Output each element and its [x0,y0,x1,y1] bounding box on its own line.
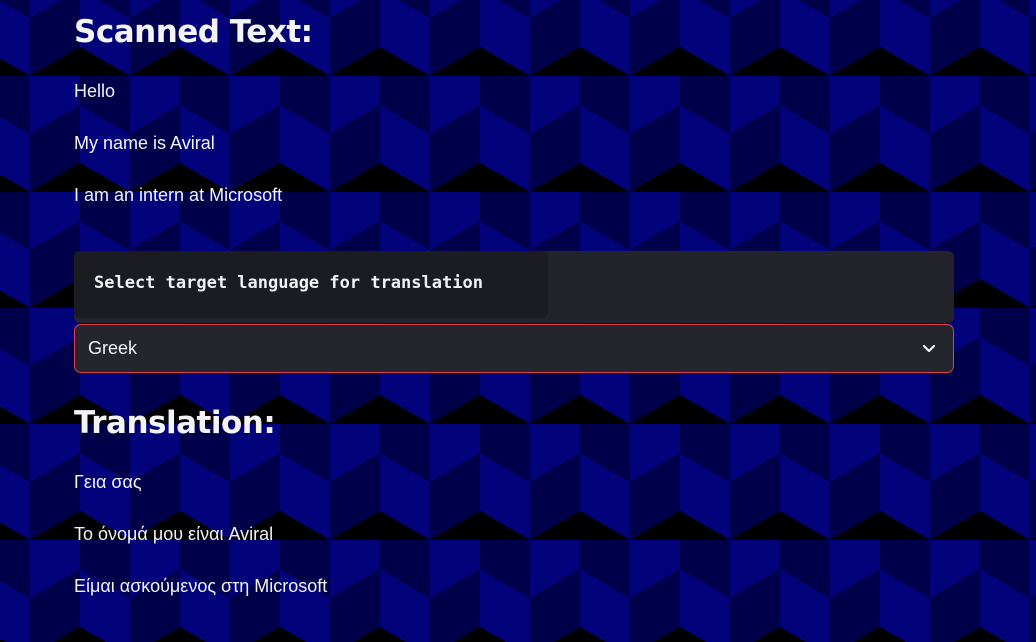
scanned-text-line-1: Hello [74,81,116,101]
chevron-down-icon [922,344,936,353]
language-select-value: Greek [88,338,138,358]
scanned-text-line-2: My name is Aviral [74,133,215,153]
language-select-container: Select target language for translation [74,251,954,323]
language-select-label-box: Select target language for translation [74,251,548,318]
translation-line-1: Γεια σας [74,472,142,492]
scanned-text-heading: Scanned Text: [74,14,313,50]
language-select-label: Select target language for translation [94,273,483,293]
translation-line-2: Το όνομά μου είναι Aviral [74,524,274,544]
language-select-dropdown[interactable]: Greek [74,324,954,373]
translation-line-3: Είμαι ασκούμενος στη Microsoft [74,576,328,596]
scanned-text-line-3: I am an intern at Microsoft [74,185,283,205]
translation-heading: Translation: [74,405,276,441]
